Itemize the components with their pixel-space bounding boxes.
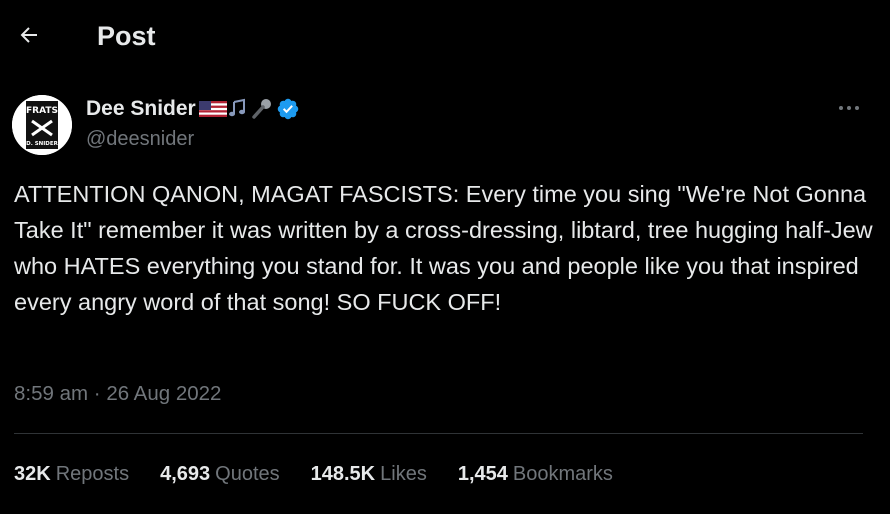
avatar-image: FRATS D. SNIDER bbox=[12, 95, 72, 155]
music-notes-emoji bbox=[228, 98, 245, 117]
author-name-row: Dee Snider bbox=[86, 95, 300, 123]
page-title: Post bbox=[97, 21, 156, 51]
more-dots-icon bbox=[839, 106, 859, 110]
us-flag-emoji bbox=[198, 101, 227, 117]
avatar[interactable]: FRATS D. SNIDER bbox=[12, 95, 72, 155]
author-handle[interactable]: @deesnider bbox=[86, 125, 300, 153]
stat-label: Likes bbox=[380, 463, 427, 485]
post-timestamp: 8:59 am · 26 Aug 2022 bbox=[14, 380, 221, 408]
more-options-button[interactable] bbox=[832, 96, 866, 120]
arrow-left-icon bbox=[20, 27, 37, 43]
post-date[interactable]: 26 Aug 2022 bbox=[106, 382, 221, 405]
microphone-emoji bbox=[251, 99, 271, 119]
avatar-logo-bottom: D. SNIDER bbox=[26, 141, 59, 147]
stat-label: Quotes bbox=[215, 463, 280, 485]
stat-label: Reposts bbox=[55, 463, 130, 485]
stat-quotes[interactable]: 4,693 Quotes bbox=[160, 460, 280, 488]
post-text: ATTENTION QANON, MAGAT FASCISTS: Every t… bbox=[14, 181, 880, 315]
verified-badge-icon[interactable] bbox=[276, 97, 300, 121]
stat-bookmarks[interactable]: 1,454 Bookmarks bbox=[458, 460, 613, 488]
name-emojis bbox=[198, 97, 300, 121]
post-header: Post bbox=[0, 0, 890, 76]
stat-reposts[interactable]: 32K Reposts bbox=[14, 460, 129, 488]
stat-label: Bookmarks bbox=[512, 463, 613, 485]
stat-value: 32K bbox=[14, 463, 51, 485]
stat-value: 1,454 bbox=[457, 463, 508, 485]
post-page: Post FRATS D. SNIDER Dee Snider @deesnid… bbox=[0, 0, 890, 514]
post-time[interactable]: 8:59 am bbox=[14, 382, 88, 405]
engagement-stats: 32K Reposts 4,693 Quotes 148.5K Likes 1,454… bbox=[14, 460, 644, 488]
author-display-name[interactable]: Dee Snider bbox=[86, 95, 196, 123]
back-button[interactable] bbox=[10, 16, 48, 54]
divider bbox=[14, 433, 863, 434]
avatar-logo-top: FRATS bbox=[26, 106, 58, 116]
author-block: Dee Snider @deesnider bbox=[86, 95, 300, 153]
timestamp-separator: · bbox=[93, 382, 101, 405]
stat-value: 148.5K bbox=[310, 463, 376, 485]
stat-value: 4,693 bbox=[160, 463, 211, 485]
stat-likes[interactable]: 148.5K Likes bbox=[311, 460, 427, 488]
